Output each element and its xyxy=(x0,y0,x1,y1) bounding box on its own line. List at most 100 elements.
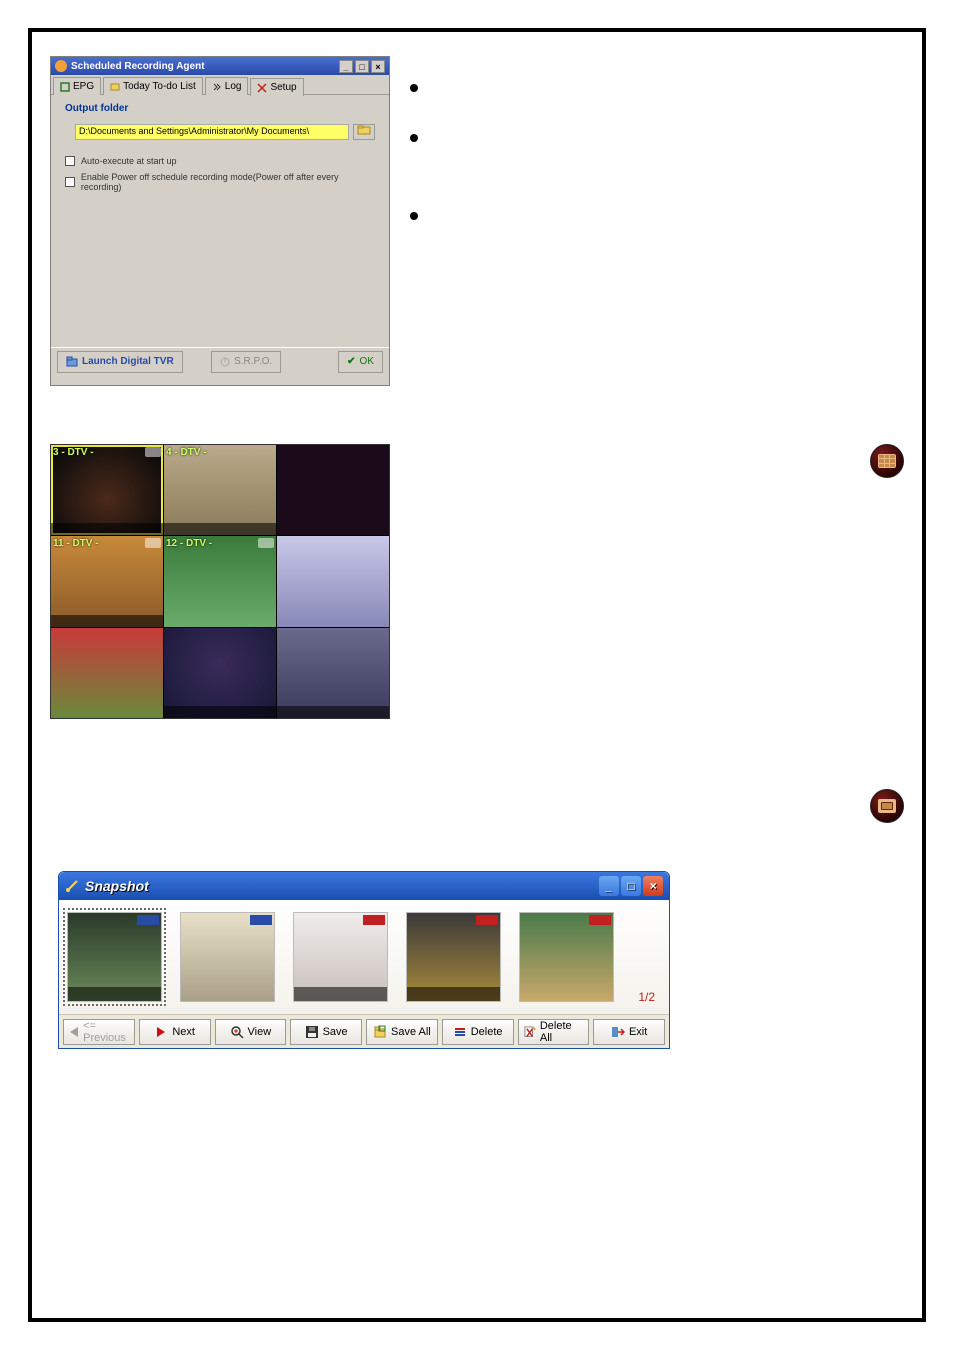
delete-all-button[interactable]: Delete All xyxy=(518,1019,590,1045)
snapshot-thumbnail[interactable] xyxy=(519,912,614,1002)
view-button[interactable]: View xyxy=(215,1019,287,1045)
channel-caption: 12 - DTV - xyxy=(166,538,212,549)
magnifier-icon xyxy=(230,1025,244,1039)
previous-label: <= Previous xyxy=(83,1020,130,1044)
thumb-caption-bar xyxy=(294,987,387,1001)
page-indicator: 1/2 xyxy=(632,986,661,1008)
tab-setup[interactable]: Setup xyxy=(250,78,303,96)
multichannel-grid-button[interactable] xyxy=(870,444,904,478)
todo-icon xyxy=(110,82,120,92)
sra-body: Output folder D:\Documents and Settings\… xyxy=(51,95,389,347)
poweroff-checkbox[interactable] xyxy=(65,177,75,187)
snapshot-thumbnail[interactable] xyxy=(67,912,162,1002)
dtv-badge-icon xyxy=(250,915,272,925)
snapshot-window: Snapshot _ □ × xyxy=(58,871,670,1049)
preview-cell[interactable] xyxy=(51,628,163,718)
save-all-button[interactable]: Save All xyxy=(366,1019,438,1045)
next-label: Next xyxy=(172,1026,195,1038)
preview-cell[interactable]: 11 - DTV - xyxy=(51,536,163,626)
grid-icon xyxy=(878,454,896,468)
delete-button[interactable]: Delete xyxy=(442,1019,514,1045)
subtitle-bar xyxy=(164,523,276,535)
tab-epg[interactable]: EPG xyxy=(53,77,101,95)
minimize-button[interactable]: _ xyxy=(339,60,353,73)
app-icon xyxy=(55,60,67,72)
bullet xyxy=(410,134,418,142)
thumb-caption-bar xyxy=(407,987,500,1001)
view-label: View xyxy=(248,1026,272,1038)
output-folder-input[interactable]: D:\Documents and Settings\Administrator\… xyxy=(75,124,349,140)
setup-icon xyxy=(257,83,267,93)
save-all-label: Save All xyxy=(391,1026,431,1038)
maximize-button[interactable]: □ xyxy=(621,876,641,896)
ok-label: OK xyxy=(360,356,374,367)
preview-cell[interactable] xyxy=(277,445,389,535)
minimize-button[interactable]: _ xyxy=(599,876,619,896)
subtitle-bar xyxy=(277,706,389,718)
auto-execute-checkbox[interactable] xyxy=(65,156,75,166)
launch-digital-tvr-button[interactable]: Launch Digital TVR xyxy=(57,351,183,373)
bullet xyxy=(410,212,418,220)
brush-icon xyxy=(65,879,79,893)
scheduled-recording-agent-window: Scheduled Recording Agent _ □ × EPG xyxy=(50,56,390,386)
check-icon: ✔ xyxy=(347,356,355,367)
exit-label: Exit xyxy=(629,1026,647,1038)
channel-caption: 11 - DTV - xyxy=(53,538,99,549)
maximize-button[interactable]: □ xyxy=(355,60,369,73)
next-button[interactable]: Next xyxy=(139,1019,211,1045)
log-icon xyxy=(212,82,222,92)
subtitle-bar xyxy=(51,615,163,627)
channel-caption: 3 - DTV - xyxy=(53,447,94,458)
snapshot-thumbstrip: 1/2 xyxy=(59,900,669,1014)
exit-button[interactable]: Exit xyxy=(593,1019,665,1045)
multichannel-preview-grid: 3 - DTV - 4 - DTV - 11 - DTV - xyxy=(50,444,390,719)
poweroff-label: Enable Power off schedule recording mode… xyxy=(81,172,375,192)
tab-log[interactable]: Log xyxy=(205,77,249,95)
arrow-right-icon xyxy=(154,1025,168,1039)
bullet-list xyxy=(410,56,418,386)
save-button[interactable]: Save xyxy=(290,1019,362,1045)
document-page: Scheduled Recording Agent _ □ × EPG xyxy=(28,28,926,1322)
delete-all-icon xyxy=(523,1025,536,1039)
snapshot-thumbnail[interactable] xyxy=(180,912,275,1002)
save-all-icon xyxy=(373,1025,387,1039)
epg-icon xyxy=(60,82,70,92)
snapshot-thumbnail[interactable] xyxy=(293,912,388,1002)
preview-cell[interactable] xyxy=(277,536,389,626)
rec-badge-icon xyxy=(589,915,611,925)
single-channel-button[interactable] xyxy=(870,789,904,823)
tab-setup-label: Setup xyxy=(270,82,296,93)
channel-logo-icon xyxy=(258,538,274,548)
save-label: Save xyxy=(323,1026,348,1038)
rec-badge-icon xyxy=(476,915,498,925)
rec-badge-icon xyxy=(363,915,385,925)
subtitle-bar xyxy=(51,523,163,535)
sra-footer: Launch Digital TVR S.R.P.O. ✔ OK xyxy=(51,347,389,375)
ok-button[interactable]: ✔ OK xyxy=(338,351,383,373)
preview-cell[interactable]: 3 - DTV - xyxy=(51,445,163,535)
arrow-left-icon xyxy=(68,1025,79,1039)
srpo-button: S.R.P.O. xyxy=(211,351,281,373)
srpo-label: S.R.P.O. xyxy=(234,356,272,367)
preview-cell[interactable] xyxy=(164,628,276,718)
channel-logo-icon xyxy=(145,538,161,548)
close-button[interactable]: × xyxy=(643,876,663,896)
channel-logo-icon xyxy=(145,447,161,457)
snapshot-thumbnail[interactable] xyxy=(406,912,501,1002)
preview-cell[interactable]: 4 - DTV - xyxy=(164,445,276,535)
close-button[interactable]: × xyxy=(371,60,385,73)
tab-todo[interactable]: Today To-do List xyxy=(103,77,203,95)
tv-icon xyxy=(878,799,896,813)
sra-titlebar: Scheduled Recording Agent _ □ × xyxy=(51,57,389,75)
browse-folder-button[interactable] xyxy=(353,124,375,140)
delete-label: Delete xyxy=(471,1026,503,1038)
exit-icon xyxy=(611,1025,625,1039)
subtitle-bar xyxy=(164,706,276,718)
preview-cell[interactable] xyxy=(277,628,389,718)
preview-cell[interactable]: 12 - DTV - xyxy=(164,536,276,626)
output-folder-label: Output folder xyxy=(65,103,375,114)
sra-title-text: Scheduled Recording Agent xyxy=(71,61,205,72)
snapshot-title-text: Snapshot xyxy=(85,878,149,894)
delete-icon xyxy=(453,1025,467,1039)
thumb-caption-bar xyxy=(68,987,161,1001)
